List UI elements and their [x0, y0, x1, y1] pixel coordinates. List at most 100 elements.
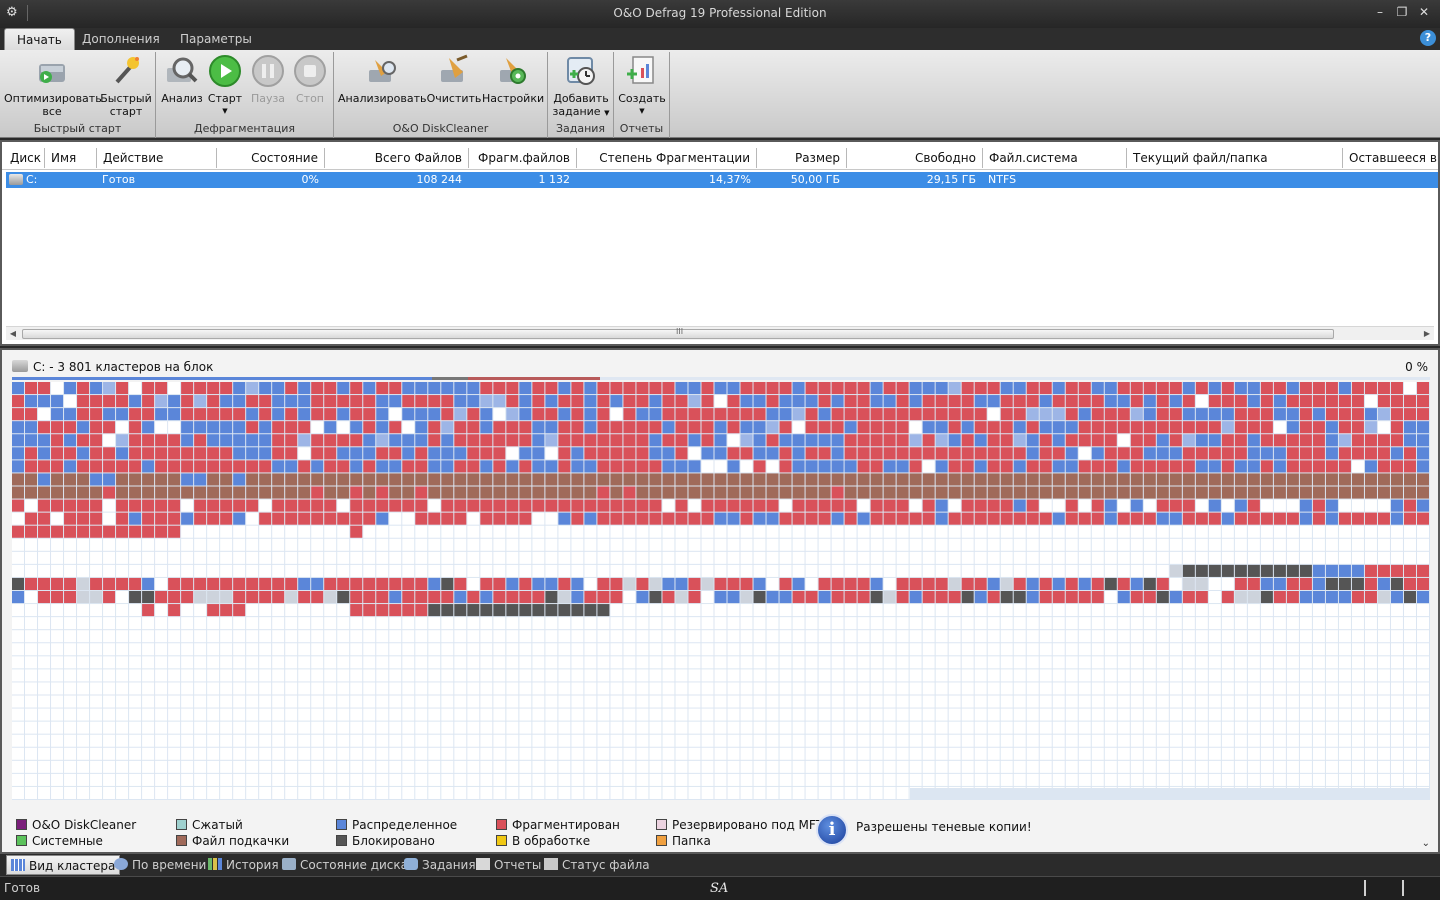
disk-state-icon: [282, 858, 296, 870]
add-task-dropdown-icon[interactable]: ▼: [604, 109, 609, 117]
create-report-dropdown-icon[interactable]: ▼: [618, 105, 666, 118]
start-button[interactable]: Старт ▼: [204, 54, 246, 118]
diskcleaner-clean-button[interactable]: Очистить: [426, 54, 482, 105]
col-filesystem[interactable]: Файл.система: [983, 148, 1127, 168]
tab-time-view[interactable]: По времени: [110, 855, 210, 875]
analyze-label: Анализ: [161, 92, 203, 105]
group-quick-start: Оптимизировать все Быстрый старт Быстрый…: [0, 52, 156, 138]
stop-button[interactable]: Стоп: [290, 54, 330, 105]
tab-reports[interactable]: Отчеты: [472, 855, 545, 875]
cell-free: 29,15 ГБ: [926, 173, 976, 186]
legend-label: Системные: [32, 834, 103, 848]
tab-disk-state[interactable]: Состояние диска: [278, 855, 412, 875]
swatch-blocked: [336, 835, 347, 846]
cluster-map-grid[interactable]: [12, 382, 1430, 800]
help-icon[interactable]: ?: [1420, 30, 1436, 46]
tab-settings[interactable]: Параметры: [168, 28, 264, 50]
tab-tasks[interactable]: Задания: [400, 855, 480, 875]
legend-compressed: Сжатый: [176, 818, 243, 832]
group-title-diskcleaner: O&O DiskCleaner: [392, 122, 489, 135]
tab-start[interactable]: Начать: [4, 28, 75, 50]
cell-frag-degree: 14,37%: [709, 173, 751, 186]
col-name[interactable]: Имя: [45, 148, 97, 168]
diskcleaner-settings-button[interactable]: Настройки: [482, 54, 544, 105]
optimize-all-label: Оптимизировать все: [4, 92, 102, 118]
magnifier-icon: [167, 57, 198, 83]
col-total-files[interactable]: Всего Файлов: [325, 148, 469, 168]
cell-filesystem: NTFS: [988, 173, 1017, 186]
tab-cluster-view[interactable]: Вид кластера: [6, 855, 121, 875]
view-tabs: Вид кластера По времени История Состояни…: [0, 854, 1440, 876]
file-status-icon: [544, 858, 558, 870]
settings-broom-icon: [500, 58, 526, 84]
horizontal-scrollbar[interactable]: ◀ III ▶: [6, 326, 1434, 340]
legend-label: Резервировано под MFT: [672, 818, 823, 832]
group-title-reports: Отчеты: [619, 122, 664, 135]
drive-icon: [9, 174, 23, 185]
group-title-tasks: Задания: [555, 122, 606, 135]
legend-label: В обработке: [512, 834, 591, 848]
play-icon: [209, 55, 241, 87]
diskcleaner-analyze-button[interactable]: Анализировать: [338, 54, 426, 105]
col-frag-files[interactable]: Фрагм.файлов: [469, 148, 577, 168]
col-size[interactable]: Размер: [757, 148, 847, 168]
col-remaining[interactable]: Оставшееся время: [1343, 148, 1438, 168]
add-task-label: Добавить задание: [552, 92, 609, 118]
cell-name: [48, 172, 98, 188]
broom-icon: [441, 54, 468, 82]
drive-row-c[interactable]: C: Готов 0% 108 244 1 132 14,37% 50,00 Г…: [6, 172, 1438, 188]
swatch-pagefile: [176, 835, 187, 846]
close-icon[interactable]: ✕: [1416, 4, 1432, 20]
legend-mft-reserved: Резервировано под MFT: [656, 818, 823, 832]
tab-history[interactable]: История: [204, 855, 283, 875]
scroll-grip: III: [676, 327, 684, 336]
chevron-down-icon[interactable]: ⌄: [1422, 838, 1430, 849]
col-action[interactable]: Действие: [97, 148, 217, 168]
minimize-icon[interactable]: –: [1372, 4, 1388, 20]
legend-label: Распределенное: [352, 818, 458, 832]
legend-label: Папка: [672, 834, 711, 848]
swatch-system: [16, 835, 27, 846]
pause-button[interactable]: Пауза: [248, 54, 288, 105]
col-state[interactable]: Состояние: [217, 148, 325, 168]
tab-label: История: [226, 858, 279, 872]
scroll-left-icon[interactable]: ◀: [6, 327, 20, 341]
create-report-button[interactable]: Создать ▼: [618, 54, 666, 118]
col-free[interactable]: Свободно: [847, 148, 983, 168]
shadow-copies-message: Разрешены теневые копии!: [856, 820, 1032, 834]
add-task-button[interactable]: Добавить задание ▼: [552, 54, 610, 120]
cluster-map-percent: 0 %: [1405, 360, 1428, 374]
legend-label: Фрагментирован: [512, 818, 620, 832]
col-disk[interactable]: Диск: [4, 148, 45, 168]
group-reports: Создать ▼ Отчеты: [614, 52, 670, 138]
stop-icon: [294, 55, 326, 87]
create-report-label: Создать: [618, 92, 666, 105]
quick-start-button[interactable]: Быстрый старт: [100, 54, 152, 118]
swatch-diskcleaner: [16, 819, 27, 830]
window-controls: – ❐ ✕: [1372, 4, 1432, 20]
scroll-right-icon[interactable]: ▶: [1420, 327, 1434, 341]
info-icon[interactable]: i: [816, 814, 848, 846]
legend-label: Сжатый: [192, 818, 243, 832]
col-current-file[interactable]: Текущий файл/папка: [1127, 148, 1343, 168]
start-dropdown-icon[interactable]: ▼: [204, 105, 246, 118]
optimize-all-button[interactable]: Оптимизировать все: [4, 54, 102, 118]
bar-chart-icon: [208, 858, 222, 870]
cell-frag-files: 1 132: [538, 173, 571, 186]
restore-icon[interactable]: ❐: [1394, 4, 1410, 20]
add-task-icon: [567, 57, 595, 85]
tab-label: Задания: [422, 858, 476, 872]
optimize-all-icon: [39, 64, 65, 83]
analyze-button[interactable]: Анализ: [160, 54, 204, 105]
tab-label: Вид кластера: [29, 859, 116, 873]
legend-diskcleaner: O&O DiskCleaner: [16, 818, 136, 832]
status-divider: [1364, 880, 1366, 896]
col-frag-degree[interactable]: Степень Фрагментации: [577, 148, 757, 168]
window-title: O&O Defrag 19 Professional Edition: [613, 6, 827, 20]
cluster-map-title-text: C: - 3 801 кластеров на блок: [33, 360, 214, 374]
tab-extras[interactable]: Дополнения: [70, 28, 172, 50]
reports-icon: [476, 858, 490, 870]
status-divider: [1402, 880, 1404, 896]
cluster-map-panel: C: - 3 801 кластеров на блок 0 % O&O Dis…: [0, 348, 1440, 854]
tab-file-status[interactable]: Статус файла: [540, 855, 654, 875]
